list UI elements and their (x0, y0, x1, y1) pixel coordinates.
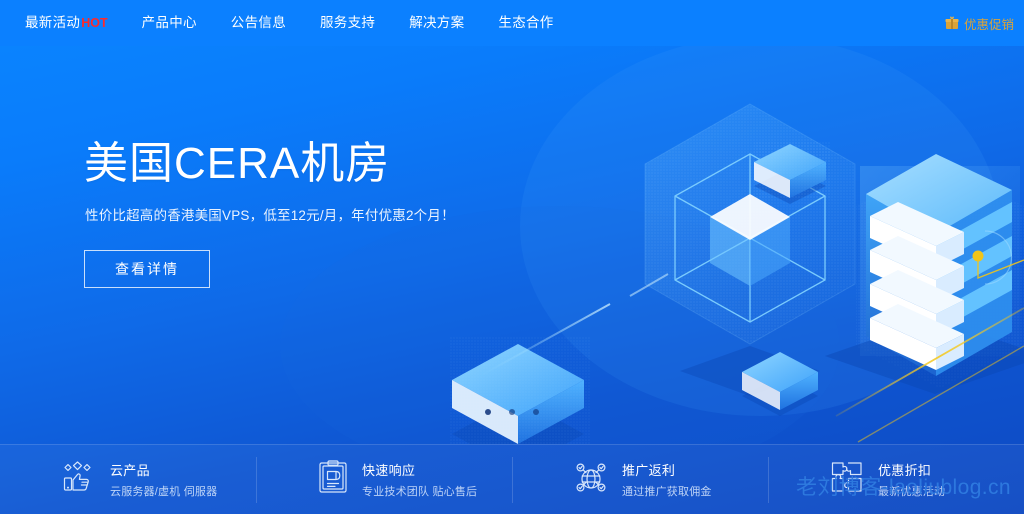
feature-description: 最新优惠活动 (878, 486, 946, 498)
nav-item-announcements[interactable]: 公告信息 (214, 0, 303, 46)
feature-item-fast-response[interactable]: 快速响应 专业技术团队 贴心售后 (256, 445, 512, 514)
feature-bar: 云产品 云服务器/虚机 伺服器 快速响应 专业技术团队 贴心售后 推广返利 通过… (0, 444, 1024, 514)
nav-item-service-support[interactable]: 服务支持 (303, 0, 392, 46)
feature-description: 云服务器/虚机 伺服器 (110, 486, 218, 498)
feature-item-cloud-products[interactable]: 云产品 云服务器/虚机 伺服器 (0, 445, 256, 514)
hero-text-block: 美国CERA机房 性价比超高的香港美国VPS，低至12元/月，年付优惠2个月！ … (84, 139, 455, 289)
feature-description: 专业技术团队 贴心售后 (362, 486, 478, 498)
feature-item-discounts[interactable]: 优惠折扣 最新优惠活动 (768, 445, 1024, 514)
nav-promotions-label: 优惠促销 (963, 17, 1014, 32)
clipboard-icon (318, 460, 348, 499)
feature-item-promotion-rebate[interactable]: 推广返利 通过推广获取佣金 (512, 445, 768, 514)
nav-item-promotions[interactable]: 优惠促销 (945, 0, 1014, 46)
nav-item-ecosystem-cooperation[interactable]: 生态合作 (481, 0, 570, 46)
puzzle-icon (830, 460, 864, 499)
feature-description: 通过推广获取佣金 (622, 486, 712, 498)
feature-text-block: 优惠折扣 最新优惠活动 (878, 460, 945, 499)
feature-text-block: 云产品 云服务器/虚机 伺服器 (110, 460, 217, 499)
nav-hot-badge: HOT (81, 16, 108, 30)
feature-title: 快速响应 (362, 463, 416, 478)
nav-items-group: 最新活动HOT 产品中心 公告信息 服务支持 解决方案 生态合作 (0, 0, 571, 46)
hero-title: 美国CERA机房 (84, 139, 391, 188)
globe-network-icon (574, 460, 608, 499)
carousel-dot-2[interactable] (509, 409, 515, 415)
feature-text-block: 快速响应 专业技术团队 贴心售后 (362, 460, 477, 499)
feature-title: 优惠折扣 (878, 463, 932, 478)
nav-item-latest-activity[interactable]: 最新活动HOT (8, 0, 125, 46)
carousel-dot-1[interactable] (485, 409, 491, 415)
gift-icon (945, 16, 959, 30)
hero-subtitle: 性价比超高的香港美国VPS，低至12元/月，年付优惠2个月！ (85, 208, 455, 224)
nav-item-label: 最新活动 (25, 15, 81, 30)
nav-item-solutions[interactable]: 解决方案 (392, 0, 481, 46)
feature-text-block: 推广返利 通过推广获取佣金 (622, 460, 712, 499)
carousel-dots (0, 409, 1024, 415)
feature-title: 云产品 (110, 463, 150, 478)
top-navigation-bar: 最新活动HOT 产品中心 公告信息 服务支持 解决方案 生态合作 优惠促销 (0, 0, 1024, 46)
hero-banner-page: 最新活动HOT 产品中心 公告信息 服务支持 解决方案 生态合作 优惠促销 美国… (0, 0, 1024, 514)
thumbs-up-icon (62, 461, 96, 498)
feature-title: 推广返利 (622, 463, 676, 478)
nav-item-product-center[interactable]: 产品中心 (125, 0, 214, 46)
carousel-dot-3[interactable] (533, 409, 539, 415)
view-details-button[interactable]: 查看详情 (84, 250, 210, 289)
